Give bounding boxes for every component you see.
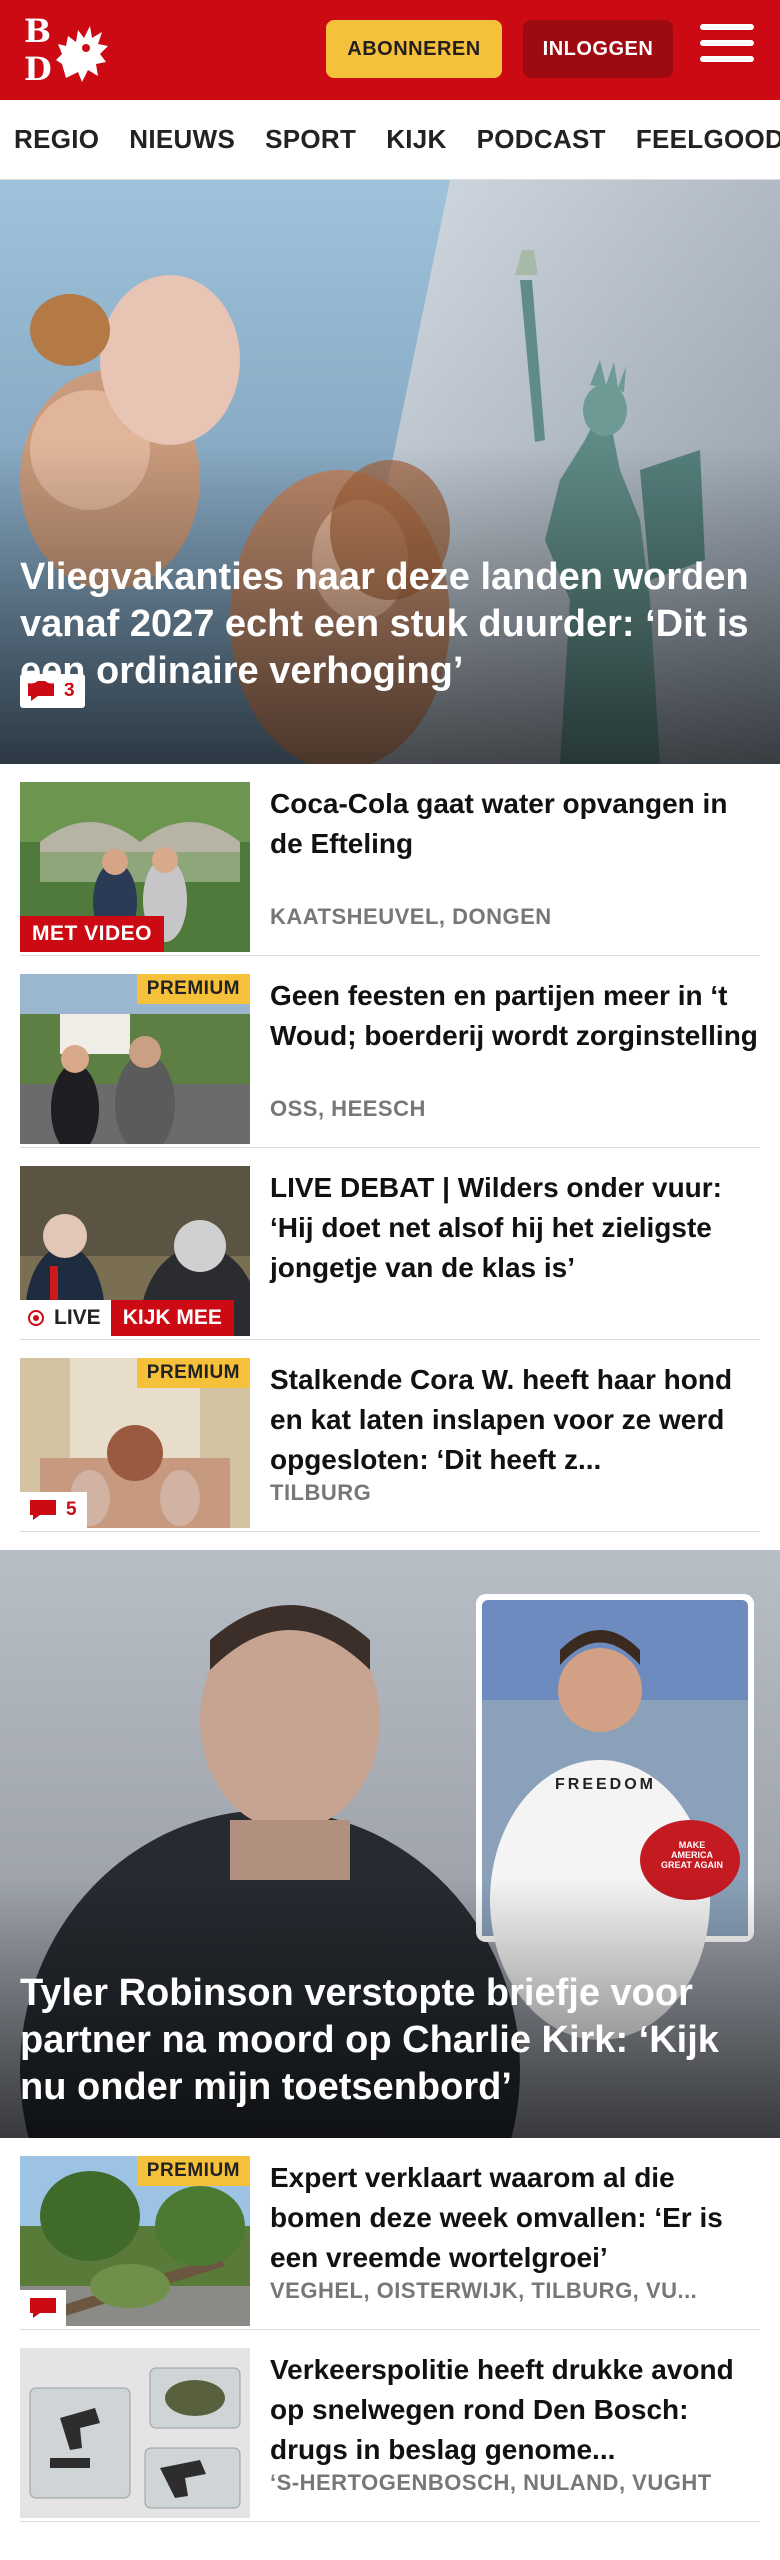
article-location: KAATSHEUVEL, DONGEN: [270, 904, 552, 929]
list-item[interactable]: PREMIUM 5 Stalkende Cora W. heeft haar h…: [20, 1340, 760, 1532]
article-list: MET VIDEO Coca-Cola gaat water opvangen …: [0, 764, 780, 1532]
cap-text: MAKE AMERICA GREAT AGAIN: [661, 1840, 723, 1870]
article-thumbnail: PREMIUM: [20, 974, 250, 1144]
article-thumbnail: [20, 2348, 250, 2518]
menu-bar: [700, 56, 754, 62]
bd-logo[interactable]: B D: [24, 14, 116, 86]
list-item[interactable]: PREMIUM Expert verklaart waarom al die b…: [20, 2138, 760, 2330]
article-location: VEGHEL, OISTERWIJK, TILBURG, VU...: [270, 2278, 698, 2303]
lion-icon: [56, 26, 108, 82]
live-label: LIVE: [20, 1300, 111, 1336]
comment-badge[interactable]: 5: [20, 1492, 87, 1528]
list-item[interactable]: Verkeerspolitie heeft drukke avond op sn…: [20, 2330, 760, 2522]
list-item[interactable]: PREMIUM Geen feesten en partijen meer in…: [20, 956, 760, 1148]
comment-count: 5: [66, 1499, 77, 1520]
menu-icon[interactable]: [700, 24, 754, 74]
list-item[interactable]: MET VIDEO Coca-Cola gaat water opvangen …: [20, 764, 760, 956]
article-list-2: PREMIUM Expert verklaart waarom al die b…: [0, 2138, 780, 2522]
nav-item-nieuws[interactable]: NIEUWS: [129, 124, 235, 155]
nav-item-podcast[interactable]: PODCAST: [477, 124, 606, 155]
article-title[interactable]: LIVE DEBAT | Wilders onder vuur: ‘Hij do…: [270, 1168, 760, 1288]
article-location: OSS, HEESCH: [270, 1096, 426, 1121]
article-title[interactable]: Coca-Cola gaat water opvangen in de Efte…: [270, 784, 760, 864]
comment-badge[interactable]: [20, 2290, 66, 2326]
article-location: ‘S-HERTOGENBOSCH, NULAND, VUGHT: [270, 2470, 712, 2495]
article-thumbnail: MET VIDEO: [20, 782, 250, 952]
live-badge[interactable]: LIVE KIJK MEE: [20, 1300, 234, 1336]
menu-bar: [700, 24, 754, 30]
live-text: LIVE: [54, 1306, 101, 1329]
comment-icon: [30, 1500, 56, 1520]
premium-badge: PREMIUM: [136, 2156, 250, 2186]
hero-title[interactable]: Vliegvakanties naar deze landen worden v…: [20, 554, 760, 695]
article-title[interactable]: Stalkende Cora W. heeft haar hond en kat…: [270, 1360, 760, 1480]
nav-item-kijk[interactable]: KIJK: [386, 124, 446, 155]
hero2-title[interactable]: Tyler Robinson verstopte briefje voor pa…: [20, 1970, 760, 2111]
nav-item-sport[interactable]: SPORT: [265, 124, 356, 155]
article-title[interactable]: Expert verklaart waarom al die bomen dez…: [270, 2158, 760, 2278]
video-badge: MET VIDEO: [20, 916, 165, 952]
article-title[interactable]: Verkeerspolitie heeft drukke avond op sn…: [270, 2350, 760, 2470]
live-dot-icon: [28, 1310, 44, 1326]
article-image: [20, 2348, 250, 2518]
list-item[interactable]: LIVE KIJK MEE LIVE DEBAT | Wilders onder…: [20, 1148, 760, 1340]
watch-button[interactable]: KIJK MEE: [110, 1300, 234, 1336]
nav-item-feelgood[interactable]: FEELGOOD: [636, 124, 780, 155]
article-title[interactable]: Geen feesten en partijen meer in ‘t Woud…: [270, 976, 760, 1056]
menu-bar: [700, 40, 754, 46]
section-nav: REGIO NIEUWS SPORT KIJK PODCAST FEELGOOD…: [0, 100, 780, 180]
subscribe-button[interactable]: ABONNEREN: [326, 20, 502, 78]
article-thumbnail: LIVE KIJK MEE: [20, 1166, 250, 1336]
premium-badge: PREMIUM: [136, 1358, 250, 1388]
premium-badge: PREMIUM: [136, 974, 250, 1004]
nav-item-regio[interactable]: REGIO: [14, 124, 99, 155]
login-button[interactable]: INLOGGEN: [523, 20, 673, 78]
site-header: B D ABONNEREN INLOGGEN: [0, 0, 780, 100]
article-thumbnail: PREMIUM: [20, 2156, 250, 2326]
shirt-text: FREEDOM: [555, 1776, 656, 1793]
article-location: TILBURG: [270, 1480, 372, 1505]
article-thumbnail: PREMIUM 5: [20, 1358, 250, 1528]
comment-icon: [30, 2298, 56, 2318]
